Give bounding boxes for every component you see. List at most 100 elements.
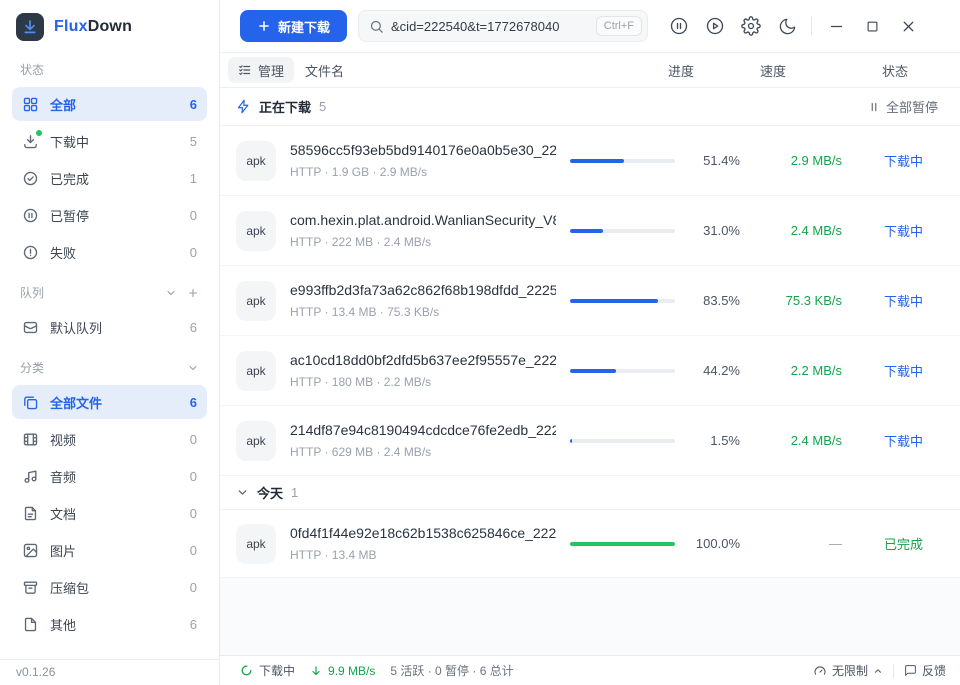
download-speed: 2.4 MB/s: [756, 433, 856, 448]
progress-bar: [570, 369, 675, 373]
download-status: 下载中: [870, 151, 940, 170]
file-name: 0fd4f1f44e92e18c62b1538c625846ce_22254..…: [290, 525, 556, 541]
sidebar-item-count: 6: [190, 617, 197, 632]
sidebar-item-count: 0: [190, 245, 197, 260]
grid-icon: [22, 96, 39, 113]
file-name: 214df87e94c8190494cdcdce76fe2edb_22254..…: [290, 422, 556, 438]
sidebar-item-label: 已暂停: [50, 206, 89, 225]
sidebar-item-label: 全部: [50, 95, 76, 114]
pause-all-button[interactable]: 全部暂停: [868, 97, 938, 116]
sidebar: FluxDown 状态 全部 6 下载中 5 已完成 1: [0, 0, 220, 685]
sidebar-item-video[interactable]: 视频 0: [12, 422, 207, 456]
topbar: 新建下载 Ctrl+F: [220, 0, 960, 52]
archive-icon: [22, 579, 39, 596]
file-name: ac10cd18dd0bf2dfd5b637ee2f95557e_22254..…: [290, 352, 556, 368]
sidebar-section-category: 分类: [12, 347, 207, 385]
sidebar-item-label: 压缩包: [50, 578, 89, 597]
sidebar-item-label: 其他: [50, 615, 76, 634]
sidebar-item-label: 默认队列: [50, 318, 102, 337]
file-type-badge: apk: [236, 141, 276, 181]
theme-moon-icon[interactable]: [769, 10, 805, 42]
sidebar-item-completed[interactable]: 已完成 1: [12, 161, 207, 195]
add-queue-icon[interactable]: [187, 287, 199, 299]
sidebar-item-count: 6: [190, 395, 197, 410]
search-icon: [369, 19, 384, 34]
music-icon: [22, 468, 39, 485]
group-header-today[interactable]: 今天 1: [220, 476, 960, 510]
minimize-icon[interactable]: [818, 10, 854, 42]
download-row[interactable]: apk com.hexin.plat.android.WanlianSecuri…: [220, 196, 960, 266]
sidebar-item-failed[interactable]: 失败 0: [12, 235, 207, 269]
sidebar-item-count: 0: [190, 208, 197, 223]
progress-bar-fill: [570, 229, 603, 233]
sidebar-item-label: 已完成: [50, 169, 89, 188]
sidebar-item-documents[interactable]: 文档 0: [12, 496, 207, 530]
sidebar-item-downloading[interactable]: 下载中 5: [12, 124, 207, 158]
chevron-down-icon[interactable]: [236, 486, 249, 499]
table-header: 管理 文件名 进度 速度 状态: [220, 52, 960, 88]
download-row[interactable]: apk 214df87e94c8190494cdcdce76fe2edb_222…: [220, 406, 960, 476]
sidebar-item-count: 0: [190, 506, 197, 521]
speed-limit-button[interactable]: 无限制: [813, 662, 883, 679]
search-shortcut-badge: Ctrl+F: [596, 16, 642, 36]
progress-bar: [570, 542, 675, 546]
sidebar-item-all-files[interactable]: 全部文件 6: [12, 385, 207, 419]
search-input[interactable]: [391, 19, 589, 34]
download-speed: 75.3 KB/s: [756, 293, 856, 308]
download-row[interactable]: apk 58596cc5f93eb5bd9140176e0a0b5e30_222…: [220, 126, 960, 196]
film-icon: [22, 431, 39, 448]
new-download-button[interactable]: 新建下载: [240, 10, 347, 42]
sidebar-item-count: 6: [190, 97, 197, 112]
sidebar-item-count: 0: [190, 580, 197, 595]
sidebar-item-all[interactable]: 全部 6: [12, 87, 207, 121]
queue-collapse-chevron-icon[interactable]: [165, 287, 177, 299]
progress-percent: 83.5%: [684, 293, 740, 308]
pause-all-circle-icon[interactable]: [661, 10, 697, 42]
maximize-icon[interactable]: [854, 10, 890, 42]
file-name: com.hexin.plat.android.WanlianSecurity_V…: [290, 212, 556, 228]
check-circle-icon: [22, 170, 39, 187]
download-status: 下载中: [870, 431, 940, 450]
file-type-badge: apk: [236, 421, 276, 461]
search-box[interactable]: Ctrl+F: [358, 10, 648, 42]
file-meta: HTTP · 1.9 GB · 2.9 MB/s: [290, 165, 556, 179]
sidebar-item-label: 文档: [50, 504, 76, 523]
file-meta: HTTP · 629 MB · 2.4 MB/s: [290, 445, 556, 459]
inbox-icon: [22, 319, 39, 336]
topbar-actions: [661, 10, 926, 42]
download-row-completed[interactable]: apk 0fd4f1f44e92e18c62b1538c625846ce_222…: [220, 510, 960, 578]
progress-bar: [570, 159, 675, 163]
sidebar-item-images[interactable]: 图片 0: [12, 533, 207, 567]
sidebar-section-queue: 队列: [12, 272, 207, 310]
progress-bar: [570, 299, 675, 303]
download-speed: 2.4 MB/s: [756, 223, 856, 238]
progress-bar-fill: [570, 369, 616, 373]
sidebar-item-default-queue[interactable]: 默认队列 6: [12, 310, 207, 344]
download-status: 下载中: [870, 291, 940, 310]
image-icon: [22, 542, 39, 559]
pause-icon: [868, 101, 880, 113]
manage-button[interactable]: 管理: [228, 57, 294, 83]
category-collapse-chevron-icon[interactable]: [187, 362, 199, 374]
sidebar-item-paused[interactable]: 已暂停 0: [12, 198, 207, 232]
sidebar-item-count: 6: [190, 320, 197, 335]
settings-gear-icon[interactable]: [733, 10, 769, 42]
sidebar-item-count: 0: [190, 432, 197, 447]
download-speed: —: [756, 536, 856, 551]
sidebar-item-archives[interactable]: 压缩包 0: [12, 570, 207, 604]
gauge-icon: [813, 664, 827, 678]
sidebar-nav: 状态 全部 6 下载中 5 已完成 1 已暂停 0: [0, 49, 219, 659]
sidebar-item-other[interactable]: 其他 6: [12, 607, 207, 641]
sidebar-item-label: 视频: [50, 430, 76, 449]
resume-all-circle-icon[interactable]: [697, 10, 733, 42]
download-row[interactable]: apk ac10cd18dd0bf2dfd5b637ee2f95557e_222…: [220, 336, 960, 406]
download-summary: 5 活跃 · 0 暂停 · 6 总计: [390, 662, 513, 679]
column-header-status: 状态: [870, 61, 940, 80]
feedback-button[interactable]: 反馈: [904, 662, 946, 679]
document-icon: [22, 505, 39, 522]
sidebar-item-audio[interactable]: 音频 0: [12, 459, 207, 493]
group-title: 正在下载: [259, 97, 311, 116]
download-row[interactable]: apk e993ffb2d3fa73a62c862f68b198dfdd_222…: [220, 266, 960, 336]
close-icon[interactable]: [890, 10, 926, 42]
list-checks-icon: [238, 63, 252, 77]
